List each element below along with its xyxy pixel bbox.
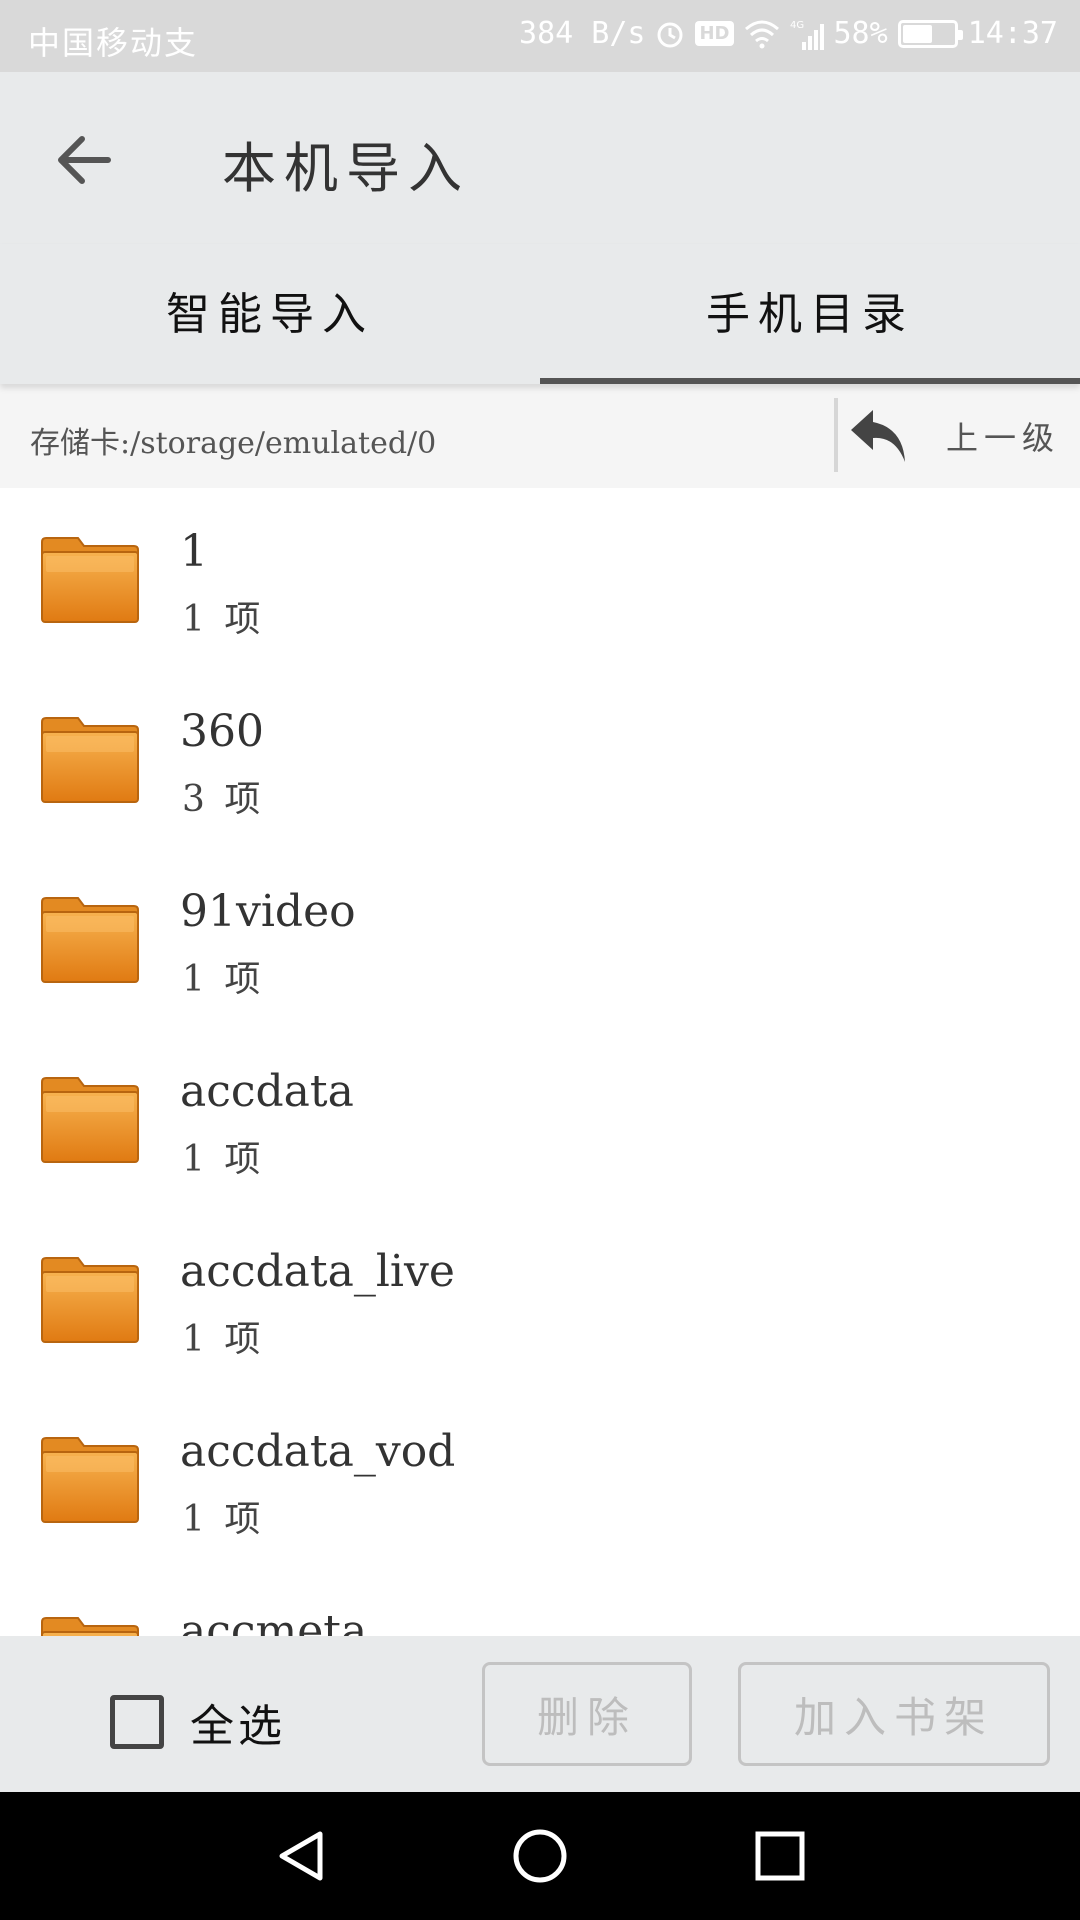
select-all-toggle[interactable]: 全选 (110, 1690, 286, 1754)
back-button[interactable] (44, 120, 124, 200)
folder-name: 1 (180, 526, 208, 577)
list-item[interactable]: accdata_live 1 项 (0, 1208, 1080, 1388)
battery-fill (902, 24, 932, 43)
list-item[interactable]: 1 1 项 (0, 488, 1080, 668)
network-type-label: 4G (790, 20, 804, 31)
tab-phone-directory[interactable]: 手机目录 (540, 244, 1080, 384)
status-icons: 384 B/s HD 4G 58% 14:37 (519, 16, 1058, 51)
folder-icon (41, 717, 139, 803)
folder-name: accmeta (180, 1606, 368, 1636)
folder-icon (41, 897, 139, 983)
folder-item-count: 1 项 (182, 1499, 265, 1540)
app-bar: 本机导入 (0, 72, 1080, 244)
file-list: 1 1 项 360 3 项 91video 1 项 accdata 1 项 ac… (0, 488, 1080, 1636)
delete-button[interactable]: 删除 (482, 1662, 692, 1766)
reply-arrow-icon (844, 401, 914, 471)
list-item[interactable]: accmeta (0, 1568, 1080, 1636)
system-nav-bar (0, 1792, 1080, 1920)
folder-name: accdata (180, 1066, 354, 1117)
folder-item-count: 1 项 (182, 599, 265, 640)
folder-item-count: 1 项 (182, 1319, 265, 1360)
folder-name: accdata_live (180, 1246, 455, 1297)
signal-icon: 4G (790, 18, 824, 50)
carrier-label: 中国移动支 (28, 24, 199, 62)
folder-icon (41, 1257, 139, 1343)
parent-directory-label: 上一级 (946, 419, 1061, 457)
status-bar: 中国移动支 384 B/s HD 4G 58% 14:37 (0, 0, 1080, 72)
nav-back-button[interactable] (262, 1816, 342, 1896)
folder-icon (41, 537, 139, 623)
circle-home-icon (513, 1829, 567, 1883)
hd-icon: HD (695, 21, 734, 46)
folder-icon (41, 1617, 139, 1636)
folder-name: 360 (180, 706, 264, 757)
net-speed: 384 B/s (519, 16, 646, 51)
wifi-icon (744, 19, 780, 49)
alarm-icon (655, 19, 685, 49)
folder-icon (41, 1437, 139, 1523)
list-item[interactable]: accdata 1 项 (0, 1028, 1080, 1208)
folder-item-count: 1 项 (182, 959, 265, 1000)
add-to-bookshelf-button[interactable]: 加入书架 (738, 1662, 1050, 1766)
select-all-checkbox[interactable] (110, 1695, 164, 1749)
square-recents-icon (755, 1831, 805, 1881)
folder-item-count: 1 项 (182, 1139, 265, 1180)
list-item[interactable]: 91video 1 项 (0, 848, 1080, 1028)
parent-directory-button[interactable]: 上一级 (838, 384, 1080, 488)
folder-icon (41, 1077, 139, 1163)
select-all-label: 全选 (190, 1701, 286, 1752)
tab-bar: 智能导入 手机目录 (0, 244, 1080, 384)
screen: 中国移动支 384 B/s HD 4G 58% 14:37 本机导入 智能导入 … (0, 0, 1080, 1920)
battery-icon (897, 19, 963, 48)
folder-name: accdata_vod (180, 1426, 456, 1477)
current-path: 存储卡:/storage/emulated/0 (30, 426, 437, 461)
triangle-back-icon (279, 1831, 323, 1881)
list-item[interactable]: accdata_vod 1 项 (0, 1388, 1080, 1568)
nav-recents-button[interactable] (740, 1816, 820, 1896)
list-item[interactable]: 360 3 项 (0, 668, 1080, 848)
tab-smart-import[interactable]: 智能导入 (0, 244, 540, 384)
folder-name: 91video (180, 886, 356, 937)
nav-home-button[interactable] (500, 1816, 580, 1896)
arrow-left-icon (58, 136, 111, 184)
path-bar: 存储卡:/storage/emulated/0 上一级 (0, 384, 1080, 488)
folder-item-count: 3 项 (182, 779, 265, 820)
action-bar: 全选 删除 加入书架 (0, 1636, 1080, 1792)
battery-percent: 58% (833, 16, 888, 51)
page-title: 本机导入 (222, 137, 470, 200)
clock: 14:37 (967, 16, 1058, 51)
